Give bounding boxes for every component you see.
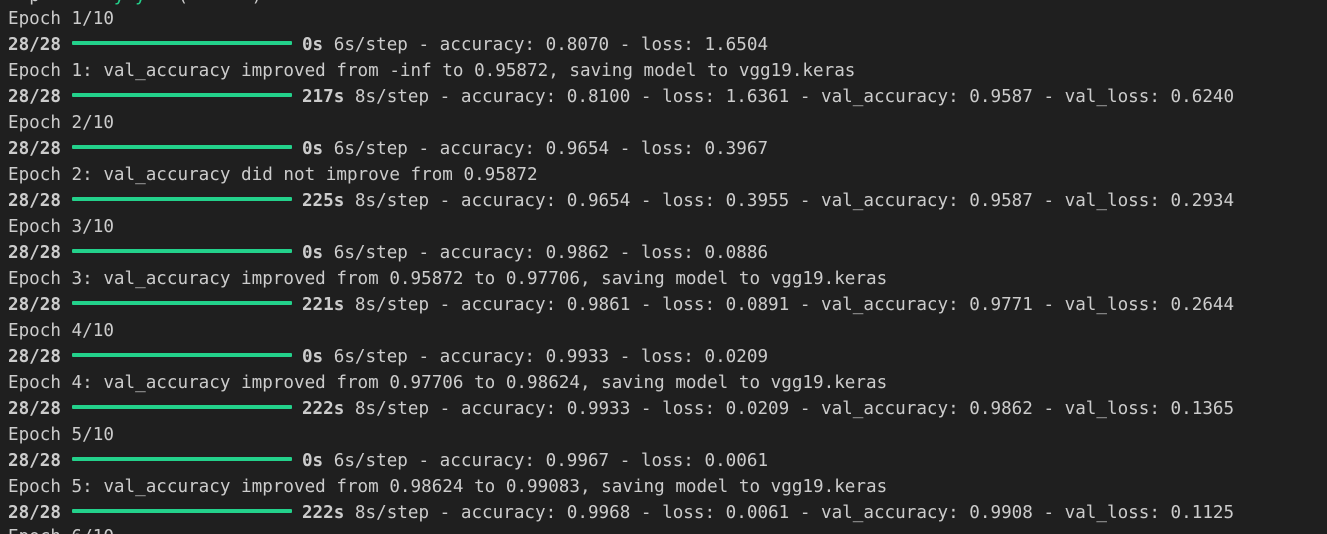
log-line: Epoch 5/10 (8, 425, 114, 445)
metrics-text: 8s/step - accuracy: 0.9861 - loss: 0.089… (344, 295, 1235, 315)
elapsed-time: 0s (301, 347, 324, 367)
elapsed-time: 0s (301, 139, 324, 159)
elapsed-time: 217s (301, 87, 345, 107)
progress-bar (71, 353, 292, 357)
progress-bar (71, 457, 292, 461)
progress-line: 28/28 221s 8s/step - accuracy: 0.9861 - l… (8, 292, 1234, 318)
step-counter: 28/28 (8, 347, 61, 367)
progress-line: 28/28 0s 6s/step - accuracy: 0.9933 - los… (8, 344, 768, 370)
metrics-text: 6s/step - accuracy: 0.9862 - loss: 0.088… (323, 243, 769, 263)
step-counter: 28/28 (8, 243, 61, 263)
step-counter: 28/28 (8, 87, 61, 107)
log-line: Epoch 2: val_accuracy did not improve fr… (8, 165, 538, 185)
progress-line: 28/28 0s 6s/step - accuracy: 0.9862 - los… (8, 240, 768, 266)
elapsed-time: 0s (301, 35, 324, 55)
step-counter: 28/28 (8, 503, 61, 523)
elapsed-time: 0s (301, 243, 324, 263)
elapsed-time: 0s (301, 451, 324, 471)
metrics-text: 6s/step - accuracy: 0.9654 - loss: 0.396… (323, 139, 769, 159)
step-counter: 28/28 (8, 295, 61, 315)
progress-line: 28/28 0s 6s/step - accuracy: 0.9967 - los… (8, 448, 768, 474)
log-line: Epoch 3: val_accuracy improved from 0.95… (8, 269, 888, 289)
log-line: Epoch 2/10 (8, 113, 114, 133)
terminal-output: p y y ( ) Epoch 1/1028/280s 6s/step - ac… (0, 0, 1327, 534)
progress-bar (71, 41, 292, 45)
progress-bar (71, 197, 292, 201)
step-counter: 28/28 (8, 451, 61, 471)
log-line: Epoch 4/10 (8, 321, 114, 341)
log-line: Epoch 1: val_accuracy improved from -inf… (8, 61, 856, 81)
elapsed-time: 221s (301, 295, 345, 315)
progress-bar (71, 509, 292, 513)
metrics-text: 6s/step - accuracy: 0.8070 - loss: 1.650… (323, 35, 769, 55)
progress-bar (71, 405, 292, 409)
progress-bar (71, 249, 292, 253)
progress-line: 28/28 0s 6s/step - accuracy: 0.8070 - los… (8, 32, 768, 58)
step-counter: 28/28 (8, 139, 61, 159)
metrics-text: 6s/step - accuracy: 0.9967 - loss: 0.006… (323, 451, 769, 471)
truncated-bottom-line: Epoch 6/10 (8, 524, 114, 534)
progress-bar (71, 145, 292, 149)
step-counter: 28/28 (8, 399, 61, 419)
progress-bar (71, 93, 292, 97)
elapsed-time: 225s (301, 191, 345, 211)
progress-bar (71, 301, 292, 305)
progress-line: 28/28 225s 8s/step - accuracy: 0.9654 - l… (8, 188, 1234, 214)
step-counter: 28/28 (8, 191, 61, 211)
progress-line: 28/28 217s 8s/step - accuracy: 0.8100 - l… (8, 84, 1234, 110)
metrics-text: 8s/step - accuracy: 0.9933 - loss: 0.020… (344, 399, 1235, 419)
elapsed-time: 222s (301, 503, 345, 523)
progress-line: 28/28 222s 8s/step - accuracy: 0.9968 - l… (8, 500, 1234, 526)
elapsed-time: 222s (301, 399, 345, 419)
log-line: Epoch 5: val_accuracy improved from 0.98… (8, 477, 888, 497)
metrics-text: 8s/step - accuracy: 0.9968 - loss: 0.006… (344, 503, 1235, 523)
log-line: Epoch 3/10 (8, 217, 114, 237)
metrics-text: 8s/step - accuracy: 0.9654 - loss: 0.395… (344, 191, 1235, 211)
step-counter: 28/28 (8, 35, 61, 55)
metrics-text: 6s/step - accuracy: 0.9933 - loss: 0.020… (323, 347, 769, 367)
log-line: Epoch 1/10 (8, 9, 114, 29)
progress-line: 28/28 0s 6s/step - accuracy: 0.9654 - los… (8, 136, 768, 162)
progress-line: 28/28 222s 8s/step - accuracy: 0.9933 - l… (8, 396, 1234, 422)
metrics-text: 8s/step - accuracy: 0.8100 - loss: 1.636… (344, 87, 1235, 107)
log-line: Epoch 4: val_accuracy improved from 0.97… (8, 373, 888, 393)
